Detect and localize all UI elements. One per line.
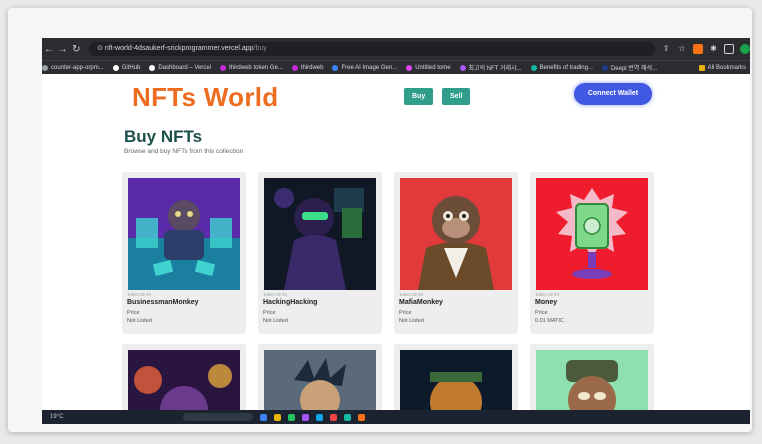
taskbar-search[interactable] xyxy=(183,413,254,421)
price-value: Not Listed xyxy=(263,318,288,324)
page-content: NFTs World Buy Sell Connect Wallet Buy N… xyxy=(42,74,750,424)
money-art xyxy=(536,178,648,290)
price-label: Price xyxy=(535,310,548,316)
site-logo[interactable]: NFTs World xyxy=(132,82,278,113)
nft-name: HackingHacking xyxy=(263,299,318,306)
extensions-icon[interactable]: ✱ xyxy=(709,44,719,54)
nft-image xyxy=(400,178,512,290)
hacking-hacking-art xyxy=(264,178,376,290)
nft-card[interactable]: Token ID #3 Money Price 0.01 MATIC xyxy=(530,172,654,334)
nft-card[interactable]: Token ID #1 HackingHacking Price Not Lis… xyxy=(258,172,382,334)
mafia-monkey-art xyxy=(400,178,512,290)
bookmark-item[interactable]: Deepl 번역 해석... xyxy=(601,63,657,72)
page-subtitle: Browse and buy NFTs from this collection xyxy=(124,148,244,155)
browser-toolbar: ← → ↻ ⊙ nft-world-4dsaukerf-srickprogram… xyxy=(42,38,750,60)
app-icon[interactable] xyxy=(316,413,324,421)
bookmark-item[interactable]: 최고의 NFT 거래시... xyxy=(459,63,522,72)
article-icon xyxy=(530,64,537,71)
thirdweb-icon xyxy=(220,64,227,71)
token-id: Token ID #1 xyxy=(263,292,288,297)
chrome-icon[interactable] xyxy=(288,413,296,421)
nft-image xyxy=(128,178,240,290)
bookmark-item[interactable]: Benefits of trading... xyxy=(530,64,593,71)
deepl-icon xyxy=(601,64,608,71)
nft-name: BusinessmanMonkey xyxy=(127,299,199,306)
opensea-icon xyxy=(459,64,466,71)
reload-icon[interactable]: ↻ xyxy=(69,44,83,55)
token-id: Token ID #3 xyxy=(535,292,560,297)
os-taskbar: 19°C xyxy=(42,410,750,424)
sell-nav-button[interactable]: Sell xyxy=(442,88,471,105)
nft-image xyxy=(536,178,648,290)
bookmark-item[interactable]: thirdweb token Ge... xyxy=(220,64,283,71)
all-bookmarks-button[interactable]: All Bookmarks xyxy=(698,64,746,71)
lock-icon: ⊙ xyxy=(97,45,105,52)
url-path: /buy xyxy=(253,45,267,52)
forward-icon[interactable]: → xyxy=(56,44,70,55)
metamask-extension-icon[interactable] xyxy=(692,44,703,54)
share-icon[interactable]: ⇪ xyxy=(661,44,671,54)
bookmark-item[interactable]: Free AI Image Gen... xyxy=(332,64,397,71)
bookmark-item[interactable]: GitHub xyxy=(112,64,140,71)
windows-start-icon[interactable] xyxy=(260,413,268,421)
token-id: Token ID #0 xyxy=(127,292,152,297)
price-value: Not Listed xyxy=(399,318,424,324)
file-explorer-icon[interactable] xyxy=(274,413,282,421)
url-host: nft-world-4dsaukerf-srickprogrammer.verc… xyxy=(104,45,254,52)
folder-icon xyxy=(698,64,705,71)
buy-nav-button[interactable]: Buy xyxy=(404,88,434,105)
nft-name: MafiaMonkey xyxy=(399,299,443,306)
nft-name: Money xyxy=(535,299,558,306)
businessman-monkey-art xyxy=(128,178,240,290)
bookmark-item[interactable]: thirdweb xyxy=(291,64,323,71)
nft-card[interactable]: Token ID #2 MafiaMonkey Price Not Listed xyxy=(394,172,518,334)
vercel-icon xyxy=(149,64,156,71)
bookmark-item[interactable]: Untitled tome xyxy=(406,64,451,71)
price-label: Price xyxy=(127,310,140,316)
price-value: 0.01 MATIC xyxy=(535,318,564,324)
browser-window: ← → ↻ ⊙ nft-world-4dsaukerf-srickprogram… xyxy=(42,38,750,424)
page-title: Buy NFTs xyxy=(124,127,203,146)
weather-widget[interactable]: 19°C xyxy=(50,414,63,420)
photo-frame: ← → ↻ ⊙ nft-world-4dsaukerf-srickprogram… xyxy=(8,8,752,432)
token-id: Token ID #2 xyxy=(399,292,424,297)
star-icon[interactable]: ☆ xyxy=(677,44,687,54)
tome-icon xyxy=(406,64,413,71)
app-icon[interactable] xyxy=(358,413,366,421)
sidepanel-icon[interactable] xyxy=(724,44,735,54)
image-gen-icon xyxy=(332,64,339,71)
profile-avatar[interactable] xyxy=(740,44,750,54)
bookmark-item[interactable]: counter-app-orpm... xyxy=(42,64,104,71)
nft-card[interactable]: Token ID #0 BusinessmanMonkey Price Not … xyxy=(122,172,246,334)
bookmarks-bar: counter-app-orpm... GitHub Dashboard – V… xyxy=(42,60,750,74)
back-icon[interactable]: ← xyxy=(42,44,56,55)
bookmark-item[interactable]: Dashboard – Vercel xyxy=(149,64,211,71)
app-icon[interactable] xyxy=(302,413,310,421)
price-label: Price xyxy=(263,310,276,316)
connect-wallet-button[interactable]: Connect Wallet xyxy=(574,83,652,105)
thirdweb-icon xyxy=(291,64,298,71)
address-bar[interactable]: ⊙ nft-world-4dsaukerf-srickprogrammer.ve… xyxy=(89,42,656,56)
nft-image xyxy=(264,178,376,290)
app-icon[interactable] xyxy=(330,413,338,421)
bookmark-icon xyxy=(42,64,48,71)
price-label: Price xyxy=(399,310,412,316)
app-icon[interactable] xyxy=(344,413,352,421)
price-value: Not Listed xyxy=(127,318,152,324)
github-icon xyxy=(112,64,119,71)
